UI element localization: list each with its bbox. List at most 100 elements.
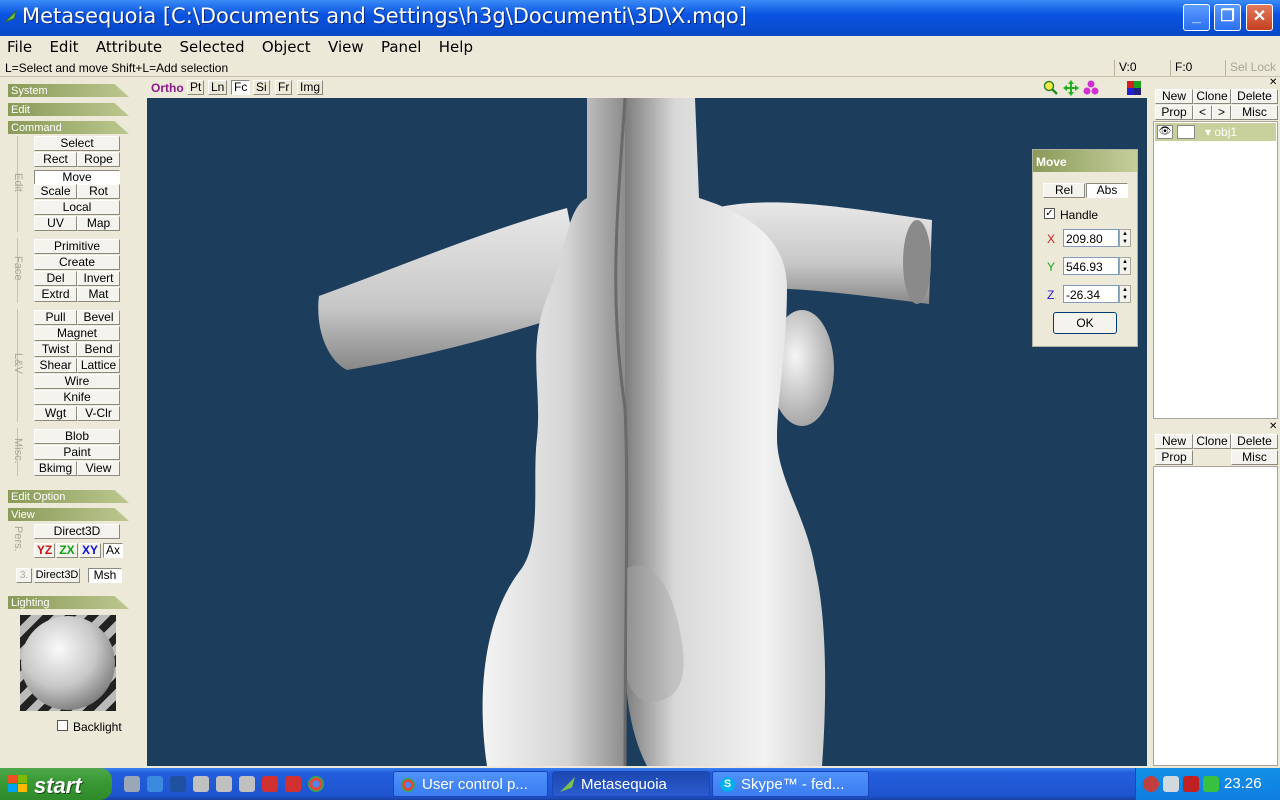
handle-checkbox[interactable]: ✓ xyxy=(1044,208,1055,219)
quicklaunch-user3-icon[interactable] xyxy=(239,776,255,792)
pan-icon[interactable] xyxy=(1063,80,1079,96)
y-input[interactable]: 546.93 xyxy=(1063,257,1119,275)
minimize-button[interactable]: _ xyxy=(1183,4,1210,31)
object-row[interactable]: 👁 ▾ obj1 xyxy=(1155,123,1276,141)
material-list[interactable] xyxy=(1153,466,1278,766)
tray-safely-remove-icon[interactable] xyxy=(1163,776,1179,792)
select-button[interactable]: Select xyxy=(34,136,120,151)
menu-help[interactable]: Help xyxy=(432,36,480,56)
xy-button[interactable]: XY xyxy=(79,543,101,558)
v-clr-button[interactable]: V-Clr xyxy=(77,406,120,421)
rect-button[interactable]: Rect xyxy=(34,152,77,167)
quicklaunch-chrome-icon[interactable] xyxy=(308,776,324,792)
object-clone-button[interactable]: Clone xyxy=(1193,89,1231,104)
wire-button[interactable]: Wire xyxy=(34,374,120,389)
sel-lock[interactable]: Sel Lock xyxy=(1225,60,1280,76)
clock[interactable]: 23.26 xyxy=(1224,775,1262,792)
quicklaunch-ie-icon[interactable] xyxy=(147,776,163,792)
section-command[interactable]: Command xyxy=(8,121,129,134)
silhouette-display-button[interactable]: Si xyxy=(253,80,270,95)
ok-button[interactable]: OK xyxy=(1053,312,1117,334)
material-panel-close-icon[interactable]: ✕ xyxy=(1269,421,1277,432)
task-metasequoia[interactable]: Metasequoia xyxy=(552,771,710,797)
z-spinner[interactable]: ▲ ▼ xyxy=(1119,285,1131,303)
point-display-button[interactable]: Pt xyxy=(187,80,205,95)
task-user-control[interactable]: User control p... xyxy=(393,771,548,797)
material-new-button[interactable]: New xyxy=(1155,434,1193,449)
bkimg-button[interactable]: Bkimg xyxy=(34,461,77,476)
3d-viewport[interactable] xyxy=(147,98,1147,766)
material-delete-button[interactable]: Delete xyxy=(1231,434,1278,449)
msh-button[interactable]: Msh xyxy=(88,568,122,583)
maximize-button[interactable]: ❐ xyxy=(1214,4,1241,31)
backlight-checkbox[interactable] xyxy=(57,720,68,731)
bend-button[interactable]: Bend xyxy=(77,342,120,357)
map-button[interactable]: Map xyxy=(77,216,120,231)
object-prop-button[interactable]: Prop xyxy=(1155,105,1193,120)
rot-button[interactable]: Rot xyxy=(77,184,120,199)
quicklaunch-user2-icon[interactable] xyxy=(216,776,232,792)
abs-button[interactable]: Abs xyxy=(1086,183,1128,198)
direct3d-secondary-button[interactable]: Direct3D xyxy=(34,568,80,583)
local-button[interactable]: Local xyxy=(34,200,120,215)
shear-button[interactable]: Shear xyxy=(34,358,77,373)
rope-button[interactable]: Rope xyxy=(77,152,120,167)
mat-button[interactable]: Mat xyxy=(77,287,120,302)
material-misc-button[interactable]: Misc xyxy=(1231,450,1278,465)
lock-toggle[interactable] xyxy=(1177,125,1195,139)
zoom-icon[interactable] xyxy=(1043,80,1059,96)
x-input[interactable]: 209.80 xyxy=(1063,229,1119,247)
material-prop-button[interactable]: Prop xyxy=(1155,450,1193,465)
pull-button[interactable]: Pull xyxy=(34,310,77,325)
y-spinner[interactable]: ▲ ▼ xyxy=(1119,257,1131,275)
primitive-button[interactable]: Primitive xyxy=(34,239,120,254)
lighting-preview[interactable] xyxy=(20,615,116,711)
create-button[interactable]: Create xyxy=(34,255,120,270)
paint-button[interactable]: Paint xyxy=(34,445,120,460)
x-spinner[interactable]: ▲ ▼ xyxy=(1119,229,1131,247)
color-grid-icon[interactable] xyxy=(1127,81,1141,95)
quicklaunch-show-desktop-icon[interactable] xyxy=(124,776,140,792)
line-display-button[interactable]: Ln xyxy=(208,80,228,95)
eye-icon[interactable]: 👁 xyxy=(1157,125,1173,139)
direct3d-button[interactable]: Direct3D xyxy=(34,524,120,539)
menu-selected[interactable]: Selected xyxy=(172,36,251,56)
menu-attribute[interactable]: Attribute xyxy=(89,36,169,56)
task-skype[interactable]: S Skype™ - fed... xyxy=(712,771,869,797)
move-button[interactable]: Move xyxy=(34,170,120,185)
menu-view[interactable]: View xyxy=(321,36,371,56)
quicklaunch-tool-icon[interactable] xyxy=(262,776,278,792)
material-clone-button[interactable]: Clone xyxy=(1193,434,1231,449)
yz-button[interactable]: YZ xyxy=(34,543,55,558)
invert-button[interactable]: Invert xyxy=(77,271,120,286)
view-button[interactable]: View xyxy=(77,461,120,476)
uv-button[interactable]: UV xyxy=(34,216,77,231)
del-button[interactable]: Del xyxy=(34,271,77,286)
menu-edit[interactable]: Edit xyxy=(42,36,85,56)
start-button[interactable]: start xyxy=(0,768,112,800)
lattice-button[interactable]: Lattice xyxy=(77,358,120,373)
quicklaunch-tool2-icon[interactable] xyxy=(285,776,301,792)
image-display-button[interactable]: Img xyxy=(297,80,324,95)
object-misc-button[interactable]: Misc xyxy=(1231,105,1278,120)
zx-button[interactable]: ZX xyxy=(56,543,78,558)
face-display-button[interactable]: Fc xyxy=(231,80,251,95)
z-input[interactable]: -26.34 xyxy=(1063,285,1119,303)
rel-button[interactable]: Rel xyxy=(1043,183,1085,198)
object-prev-button[interactable]: < xyxy=(1193,105,1212,120)
section-lighting[interactable]: Lighting xyxy=(8,596,129,609)
tray-network-icon[interactable] xyxy=(1143,776,1159,792)
extrd-button[interactable]: Extrd xyxy=(34,287,77,302)
blob-button[interactable]: Blob xyxy=(34,429,120,444)
quicklaunch-media-icon[interactable] xyxy=(170,776,186,792)
section-system[interactable]: System xyxy=(8,84,129,97)
quicklaunch-user-icon[interactable] xyxy=(193,776,209,792)
object-list[interactable]: 👁 ▾ obj1 xyxy=(1153,121,1278,419)
section-edit-option[interactable]: Edit Option xyxy=(8,490,129,503)
object-panel-close-icon[interactable]: ✕ xyxy=(1269,77,1277,88)
ortho-toggle[interactable]: Ortho xyxy=(151,81,184,95)
twist-button[interactable]: Twist xyxy=(34,342,77,357)
ax-button[interactable]: Ax xyxy=(103,543,123,558)
tray-shield-icon[interactable] xyxy=(1183,776,1199,792)
rotate-view-icon[interactable] xyxy=(1083,80,1099,96)
